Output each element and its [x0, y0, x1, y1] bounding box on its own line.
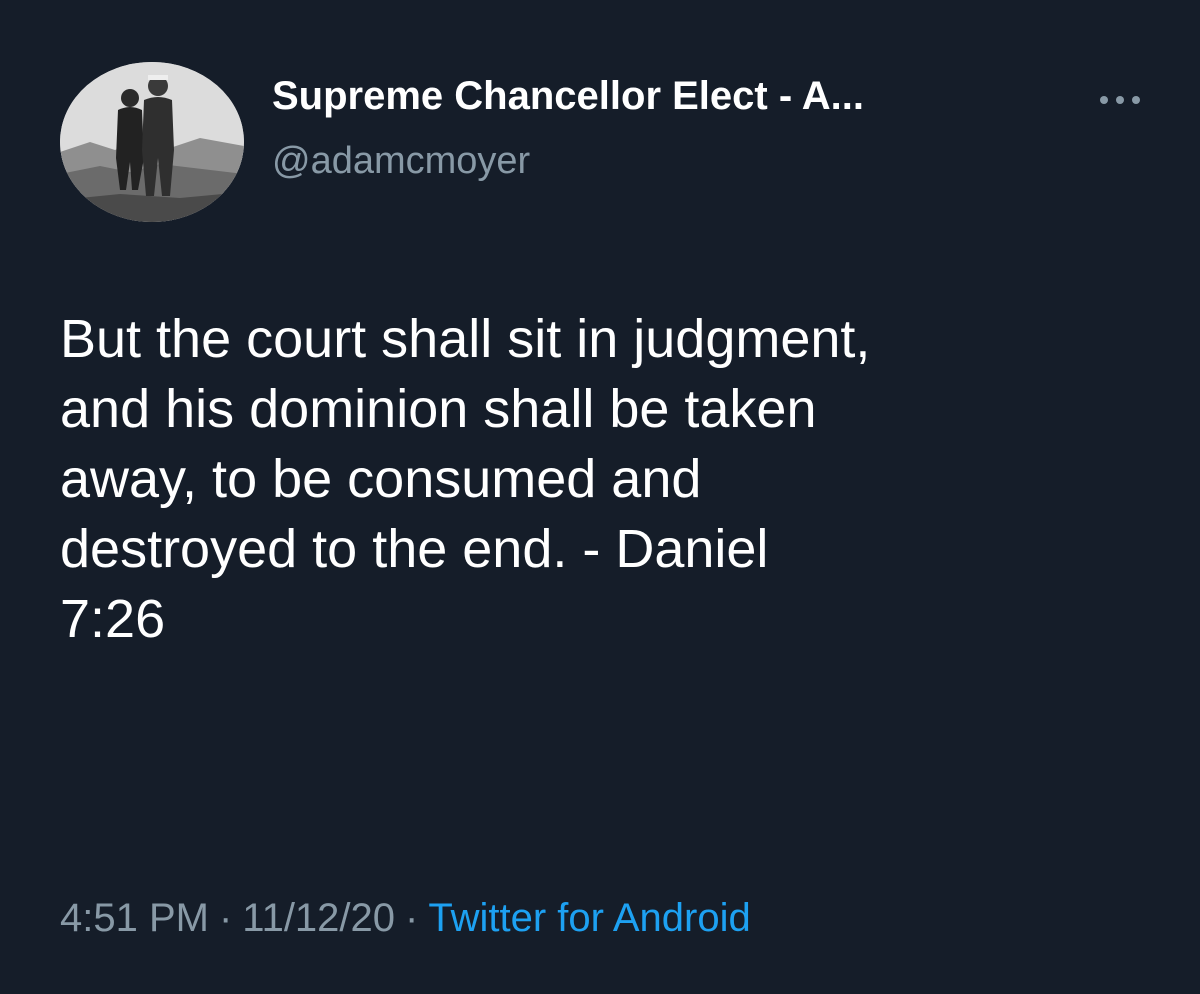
tweet-time[interactable]: 4:51 PM	[60, 896, 209, 940]
profile-photo-icon	[60, 62, 244, 222]
tweet-card: Supreme Chancellor Elect - A... @adamcmo…	[0, 0, 1200, 994]
more-horizontal-icon	[1100, 96, 1140, 104]
meta-separator: ·	[405, 896, 419, 940]
tweet-date[interactable]: 11/12/20	[242, 896, 395, 940]
username-handle[interactable]: @adamcmoyer	[272, 140, 530, 183]
meta-separator: ·	[218, 896, 233, 940]
tweet-text: But the court shall sit in judgment, and…	[60, 309, 871, 649]
more-options-button[interactable]	[1092, 80, 1148, 120]
display-name[interactable]: Supreme Chancellor Elect - A...	[272, 74, 864, 119]
avatar[interactable]	[60, 62, 244, 222]
tweet-metadata: 4:51 PM · 11/12/20 · Twitter for Android	[60, 896, 751, 941]
tweet-source-link[interactable]: Twitter for Android	[428, 896, 750, 940]
